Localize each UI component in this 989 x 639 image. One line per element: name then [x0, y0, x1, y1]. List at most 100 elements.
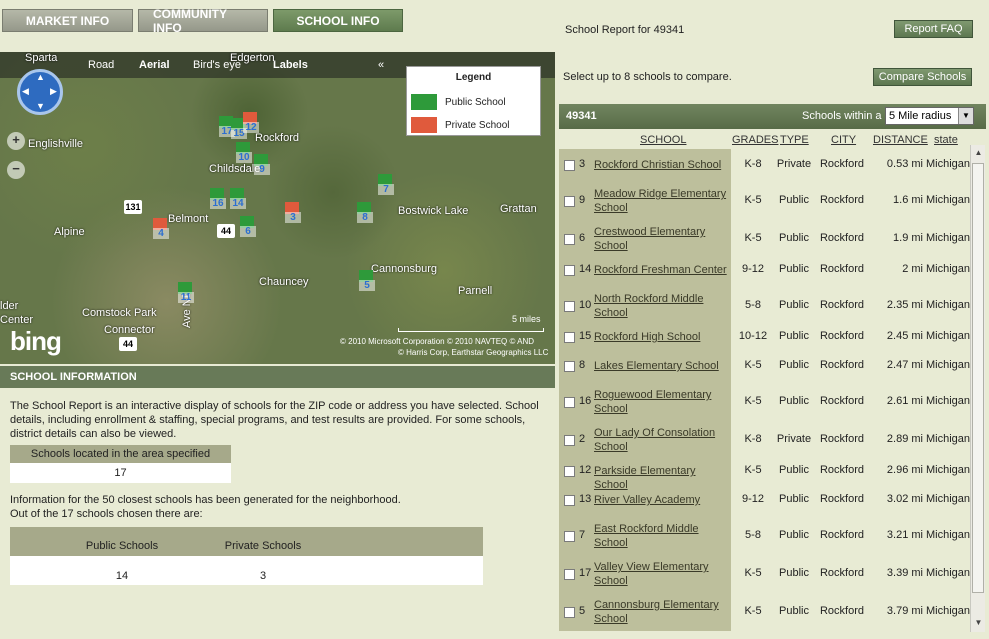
column-grades[interactable]: GRADES: [732, 134, 778, 146]
school-marker[interactable]: 10: [236, 142, 252, 163]
scroll-down-icon[interactable]: ▼: [971, 615, 986, 630]
school-marker[interactable]: 14: [230, 188, 246, 209]
school-marker[interactable]: 3: [285, 202, 301, 223]
school-name-link[interactable]: Rockford Freshman Center: [594, 263, 729, 277]
school-name-link[interactable]: Crestwood Elementary School: [594, 225, 729, 253]
school-city: Rockford: [819, 158, 865, 170]
pan-up-icon[interactable]: ▲: [36, 72, 45, 82]
compare-checkbox[interactable]: [564, 301, 575, 312]
radius-select[interactable]: 5 Mile radius ▼: [885, 107, 974, 125]
column-state[interactable]: state: [934, 134, 958, 146]
compare-checkbox[interactable]: [564, 397, 575, 408]
scroll-up-icon[interactable]: ▲: [971, 145, 986, 160]
top-tabs: MARKET INFO COMMUNITY INFO SCHOOL INFO: [2, 7, 403, 35]
compare-checkbox[interactable]: [564, 607, 575, 618]
school-distance: 2.47 mi: [886, 359, 923, 371]
school-distance: 2 mi: [902, 263, 923, 275]
school-name-link[interactable]: Cannonsburg Elementary School: [594, 598, 729, 626]
map-collapse-icon[interactable]: «: [378, 59, 384, 71]
compare-checkbox[interactable]: [564, 234, 575, 245]
school-type: Public: [779, 299, 809, 311]
school-marker[interactable]: 5: [359, 270, 375, 291]
school-marker[interactable]: 6: [240, 216, 256, 237]
compare-checkbox[interactable]: [564, 160, 575, 171]
school-city: Rockford: [819, 263, 865, 275]
results-scrollbar[interactable]: ▲ ▼: [970, 145, 985, 632]
map-view-road[interactable]: Road: [88, 59, 114, 71]
zoom-in-icon[interactable]: +: [7, 132, 25, 150]
marker-number: 6: [240, 226, 256, 237]
town-label: Childsdale: [209, 163, 261, 175]
compare-checkbox[interactable]: [564, 495, 575, 506]
school-name-link[interactable]: Rockford Christian School: [594, 158, 729, 172]
compare-checkbox[interactable]: [564, 332, 575, 343]
pan-left-icon[interactable]: ◀: [22, 86, 29, 97]
compare-checkbox[interactable]: [564, 435, 575, 446]
compare-checkbox[interactable]: [564, 466, 575, 477]
column-distance[interactable]: DISTANCE: [873, 134, 928, 146]
school-information-text: The School Report is an interactive disp…: [10, 400, 539, 440]
pan-down-icon[interactable]: ▼: [36, 101, 45, 111]
compare-checkbox[interactable]: [564, 569, 575, 580]
school-name-link[interactable]: Meadow Ridge Elementary School: [594, 187, 729, 215]
compare-checkbox[interactable]: [564, 196, 575, 207]
compare-schools-button[interactable]: Compare Schools: [873, 68, 972, 86]
map-labels-toggle[interactable]: Labels: [273, 59, 308, 71]
school-name-link[interactable]: Valley View Elementary School: [594, 560, 729, 588]
school-marker[interactable]: 9: [254, 154, 270, 175]
chosen-schools-line: Out of the 17 schools chosen there are:: [10, 508, 203, 520]
school-map[interactable]: Road Aerial Bird's eye Labels « ▲ ▼ ◀ ▶ …: [0, 52, 555, 364]
school-grades: 10-12: [738, 330, 768, 342]
public-school-icon: [411, 94, 437, 110]
closest-schools-note: Information for the 50 closest schools h…: [10, 493, 401, 521]
school-marker[interactable]: 7: [378, 174, 394, 195]
school-name-link[interactable]: Parkside Elementary School: [594, 464, 729, 492]
school-marker[interactable]: 8: [357, 202, 373, 223]
pan-right-icon[interactable]: ▶: [50, 86, 57, 97]
school-name-link[interactable]: River Valley Academy: [594, 493, 729, 507]
school-city: Rockford: [819, 359, 865, 371]
school-marker[interactable]: 11: [178, 282, 194, 303]
results-zip: 49341: [566, 110, 597, 122]
column-type[interactable]: TYPE: [780, 134, 809, 146]
map-pan-compass-icon[interactable]: ▲ ▼ ◀ ▶: [17, 69, 63, 115]
school-marker[interactable]: 16: [210, 188, 226, 209]
school-grades: K-8: [744, 433, 762, 445]
tab-community-info[interactable]: COMMUNITY INFO: [138, 7, 268, 35]
marker-number: 8: [357, 212, 373, 223]
school-marker[interactable]: 4: [153, 218, 169, 239]
school-distance: 3.79 mi: [886, 605, 923, 617]
tab-school-info[interactable]: SCHOOL INFO: [273, 9, 403, 32]
school-number: 3: [579, 158, 586, 170]
report-faq-button[interactable]: Report FAQ: [894, 20, 973, 38]
school-name-link[interactable]: Rockford High School: [594, 330, 729, 344]
zoom-out-icon[interactable]: −: [7, 161, 25, 179]
compare-checkbox[interactable]: [564, 265, 575, 276]
school-name-link[interactable]: East Rockford Middle School: [594, 522, 729, 550]
school-grades: K-5: [744, 605, 762, 617]
school-type: Public: [779, 263, 809, 275]
school-marker[interactable]: 12: [243, 112, 259, 133]
school-grades: K-5: [744, 395, 762, 407]
legend-private-label: Private School: [445, 119, 510, 131]
school-name-link[interactable]: Our Lady Of Consolation School: [594, 426, 729, 454]
marker-number: 3: [285, 212, 301, 223]
school-type: Public: [779, 605, 809, 617]
compare-checkbox[interactable]: [564, 361, 575, 372]
map-view-aerial[interactable]: Aerial: [139, 59, 170, 71]
column-city[interactable]: CITY: [831, 134, 856, 146]
town-label: Alpine: [54, 226, 85, 238]
report-title: School Report for 49341: [565, 24, 685, 36]
school-name-link[interactable]: Roguewood Elementary School: [594, 388, 729, 416]
compare-checkbox[interactable]: [564, 531, 575, 542]
school-city: Rockford: [819, 529, 865, 541]
tab-market-info[interactable]: MARKET INFO: [2, 9, 133, 32]
school-name-link[interactable]: North Rockford Middle School: [594, 292, 729, 320]
school-name-link[interactable]: Lakes Elementary School: [594, 359, 729, 373]
scrollbar-thumb[interactable]: [972, 163, 984, 593]
chevron-down-icon[interactable]: ▼: [958, 108, 973, 124]
school-type: Public: [779, 194, 809, 206]
column-school[interactable]: SCHOOL: [640, 134, 686, 146]
school-distance: 1.6 mi: [893, 194, 923, 206]
school-grades: 5-8: [745, 299, 761, 311]
